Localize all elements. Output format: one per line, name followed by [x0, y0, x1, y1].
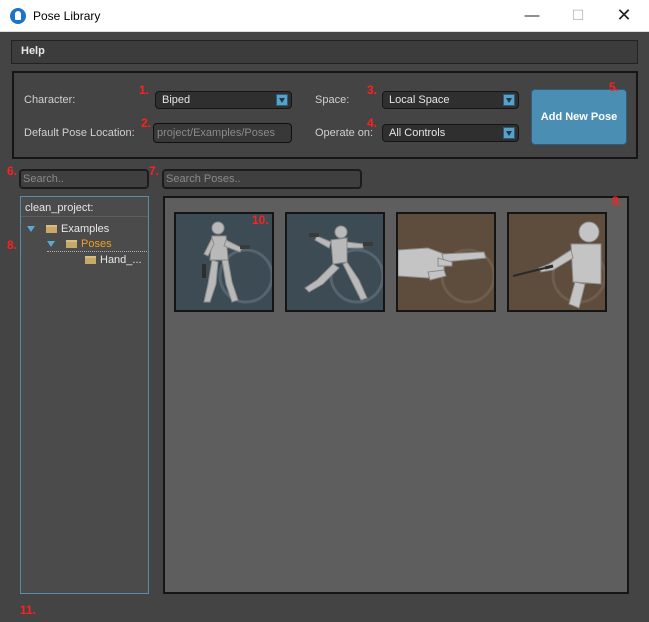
add-new-pose-button[interactable]: Add New Pose — [531, 89, 627, 145]
menu-bar: Help — [11, 40, 638, 64]
folder-icon — [66, 240, 77, 248]
space-label: Space: — [315, 94, 350, 106]
pose-figure-icon — [398, 247, 494, 304]
marker-2: 2. — [141, 116, 152, 130]
pose-figure-icon — [512, 221, 605, 309]
pose-search-input[interactable]: Search Poses.. — [162, 169, 362, 189]
pose-thumbnail[interactable] — [507, 212, 607, 312]
folder-search-input[interactable]: Search.. — [19, 169, 149, 189]
operate-dropdown[interactable]: All Controls — [382, 124, 519, 142]
pose-thumbnail[interactable] — [396, 212, 496, 312]
pose-thumbnail[interactable] — [285, 212, 385, 312]
window-title: Pose Library — [33, 9, 101, 23]
marker-7: 7. — [149, 164, 160, 178]
space-value: Local Space — [389, 94, 450, 106]
character-value: Biped — [162, 94, 191, 106]
pose-figure-icon — [304, 225, 383, 304]
marker-1: 1. — [139, 83, 150, 97]
tree-item-label: Poses — [81, 238, 112, 250]
space-dropdown[interactable]: Local Space — [382, 91, 519, 109]
chevron-down-icon — [503, 127, 515, 139]
marker-3: 3. — [367, 83, 378, 97]
operate-value: All Controls — [389, 127, 446, 139]
tree-item-label: Hand_... — [100, 254, 142, 266]
close-button[interactable]: ✕ — [601, 0, 647, 31]
poses-grid — [163, 196, 629, 594]
maximize-button[interactable]: ☐ — [555, 0, 601, 31]
marker-6: 6. — [7, 164, 18, 178]
folder-tree: clean_project: Examples Poses Hand_... — [20, 196, 149, 594]
marker-8-grid: 8. — [612, 194, 623, 208]
marker-10: 10. — [252, 213, 269, 227]
pose-thumbnail[interactable] — [174, 212, 274, 312]
title-bar: Pose Library — ☐ ✕ — [0, 0, 649, 32]
character-dropdown[interactable]: Biped — [155, 91, 292, 109]
pose-location-field[interactable]: project/Examples/Poses — [153, 123, 292, 143]
operate-label: Operate on: — [315, 127, 374, 139]
expand-arrow-icon[interactable] — [27, 226, 35, 232]
tree-root[interactable]: clean_project: — [21, 197, 148, 217]
pose-location-label: Default Pose Location: — [24, 127, 135, 139]
app-icon — [10, 8, 26, 24]
tree-item-poses[interactable]: Poses — [47, 238, 147, 252]
expand-arrow-icon[interactable] — [47, 241, 55, 247]
marker-4: 4. — [367, 116, 378, 130]
tree-item-label: Examples — [61, 223, 110, 235]
settings-panel: Character: 1. Biped Default Pose Locatio… — [12, 71, 638, 159]
chevron-down-icon — [503, 94, 515, 106]
minimize-button[interactable]: — — [509, 0, 555, 31]
character-label: Character: — [24, 94, 76, 106]
folder-icon — [46, 225, 57, 233]
marker-5: 5. — [609, 80, 620, 94]
pose-figure-icon — [202, 221, 272, 304]
menu-help[interactable]: Help — [21, 45, 45, 57]
marker-11: 11. — [20, 603, 37, 617]
tree-item-hand[interactable]: Hand_... — [85, 254, 145, 268]
tree-item-examples[interactable]: Examples — [27, 223, 137, 237]
marker-8-tree: 8. — [7, 238, 18, 252]
folder-icon — [85, 256, 96, 264]
chevron-down-icon — [276, 94, 288, 106]
status-bar: 11. — [0, 600, 649, 622]
